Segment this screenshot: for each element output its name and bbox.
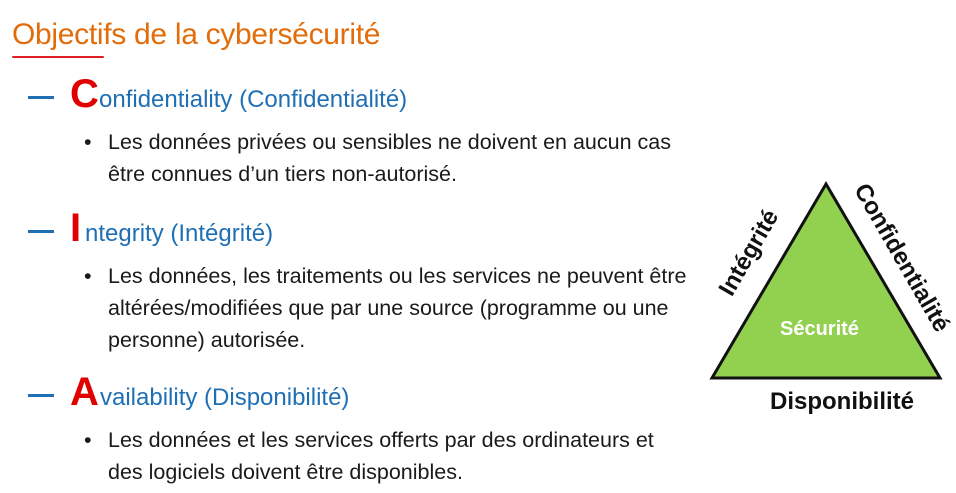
bullet-line: des logiciels doivent être disponibles. bbox=[108, 460, 463, 484]
bullet-line: personne) autorisée. bbox=[108, 328, 306, 352]
triangle-center-label: Sécurité bbox=[780, 318, 859, 340]
bullet-dot: • bbox=[84, 264, 92, 288]
pillar-availability: A vailability (Disponibilité) bbox=[28, 370, 528, 420]
dash-marker bbox=[28, 96, 54, 99]
bullet-dot: • bbox=[84, 428, 92, 452]
pillar-initial: A bbox=[70, 370, 99, 414]
pillar-heading: onfidentiality (Confidentialité) bbox=[99, 86, 408, 113]
dash-marker bbox=[28, 394, 54, 397]
bullet-line: Les données et les services offerts par … bbox=[108, 428, 654, 452]
pillar-integrity: I ntegrity (Intégrité) bbox=[28, 206, 528, 256]
pillar-heading: ntegrity (Intégrité) bbox=[85, 220, 274, 247]
title-underline bbox=[12, 56, 104, 58]
bullet-line: Les données, les traitements ou les serv… bbox=[108, 264, 687, 288]
bullet-dot: • bbox=[84, 130, 92, 154]
triangle-bottom-label: Disponibilité bbox=[770, 388, 914, 415]
pillar-initial: I bbox=[70, 206, 82, 250]
security-triangle-diagram: Intégrité Confidentialité Sécurité Dispo… bbox=[700, 170, 956, 420]
dash-marker bbox=[28, 230, 54, 233]
bullet-line: Les données privées ou sensibles ne doiv… bbox=[108, 130, 671, 154]
bullet-line: être connues d’un tiers non-autorisé. bbox=[108, 162, 457, 186]
pillar-heading: vailability (Disponibilité) bbox=[100, 384, 350, 411]
pillar-initial: C bbox=[70, 72, 99, 116]
bullet-line: altérées/modifiées que par une source (p… bbox=[108, 296, 669, 320]
pillar-confidentiality: C onfidentiality (Confidentialité) bbox=[28, 72, 528, 122]
page-title: Objectifs de la cybersécurité bbox=[12, 18, 381, 51]
